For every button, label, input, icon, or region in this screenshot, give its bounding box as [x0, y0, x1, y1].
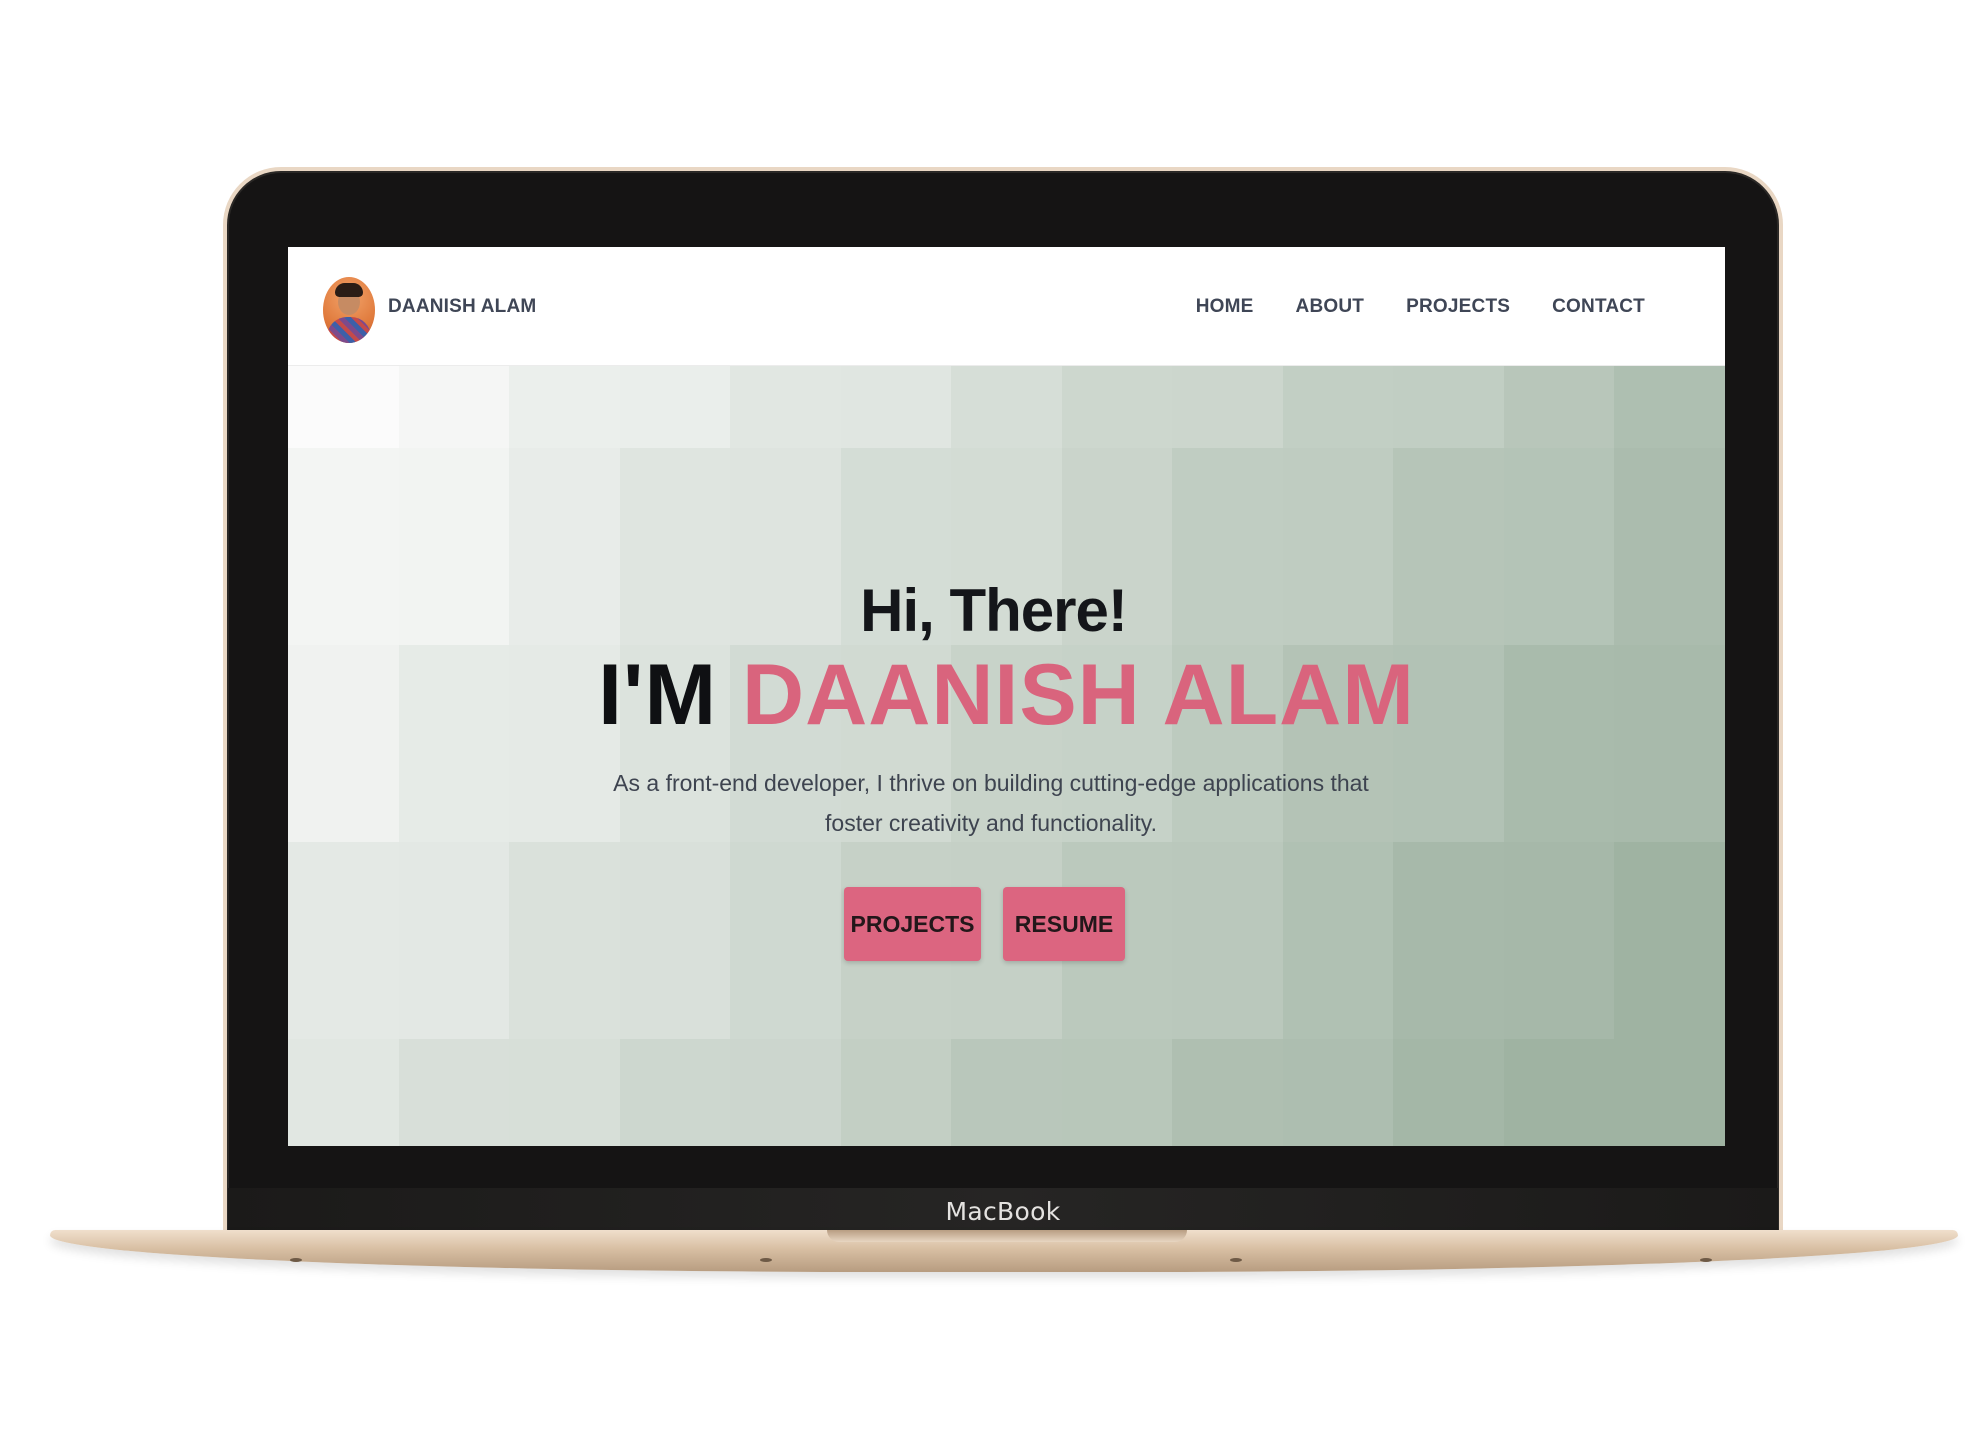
- avatar[interactable]: [323, 277, 375, 343]
- nav-link-home[interactable]: HOME: [1196, 296, 1254, 318]
- hero-section: Hi, There! I'M DAANISH ALAM As a front-e…: [288, 366, 1725, 1146]
- brand-name[interactable]: DAANISH ALAM: [388, 247, 536, 366]
- avatar-shirt: [327, 317, 371, 343]
- hero-tagline: As a front-end developer, I thrive on bu…: [613, 770, 1369, 836]
- headline-name: DAANISH ALAM: [742, 647, 1415, 743]
- hero-buttons: PROJECTS RESUME: [288, 887, 1725, 963]
- nav-links: HOME ABOUT PROJECTS CONTACT: [1196, 247, 1645, 366]
- laptop-foot: [290, 1258, 302, 1262]
- device-brand-label: MacBook: [945, 1197, 1061, 1226]
- laptop-screen: DAANISH ALAM HOME ABOUT PROJECTS CONTACT…: [288, 247, 1725, 1146]
- nav-link-about[interactable]: ABOUT: [1296, 296, 1365, 318]
- headline-prefix: I'M: [598, 647, 718, 743]
- projects-button[interactable]: PROJECTS: [844, 887, 981, 961]
- hero-content: Hi, There! I'M DAANISH ALAM As a front-e…: [288, 366, 1725, 1146]
- hero-greeting: Hi, There!: [860, 577, 1128, 644]
- laptop-foot: [1230, 1258, 1242, 1262]
- avatar-hair: [335, 283, 363, 297]
- laptop-foot: [760, 1258, 772, 1262]
- laptop-foot: [1700, 1258, 1712, 1262]
- laptop-hinge-notch: [827, 1230, 1187, 1242]
- resume-button[interactable]: RESUME: [1003, 887, 1125, 961]
- nav-link-contact[interactable]: CONTACT: [1552, 296, 1645, 318]
- navbar: DAANISH ALAM HOME ABOUT PROJECTS CONTACT: [288, 247, 1725, 366]
- hero-headline: I'M DAANISH ALAM: [288, 646, 1725, 745]
- nav-link-projects[interactable]: PROJECTS: [1406, 296, 1510, 318]
